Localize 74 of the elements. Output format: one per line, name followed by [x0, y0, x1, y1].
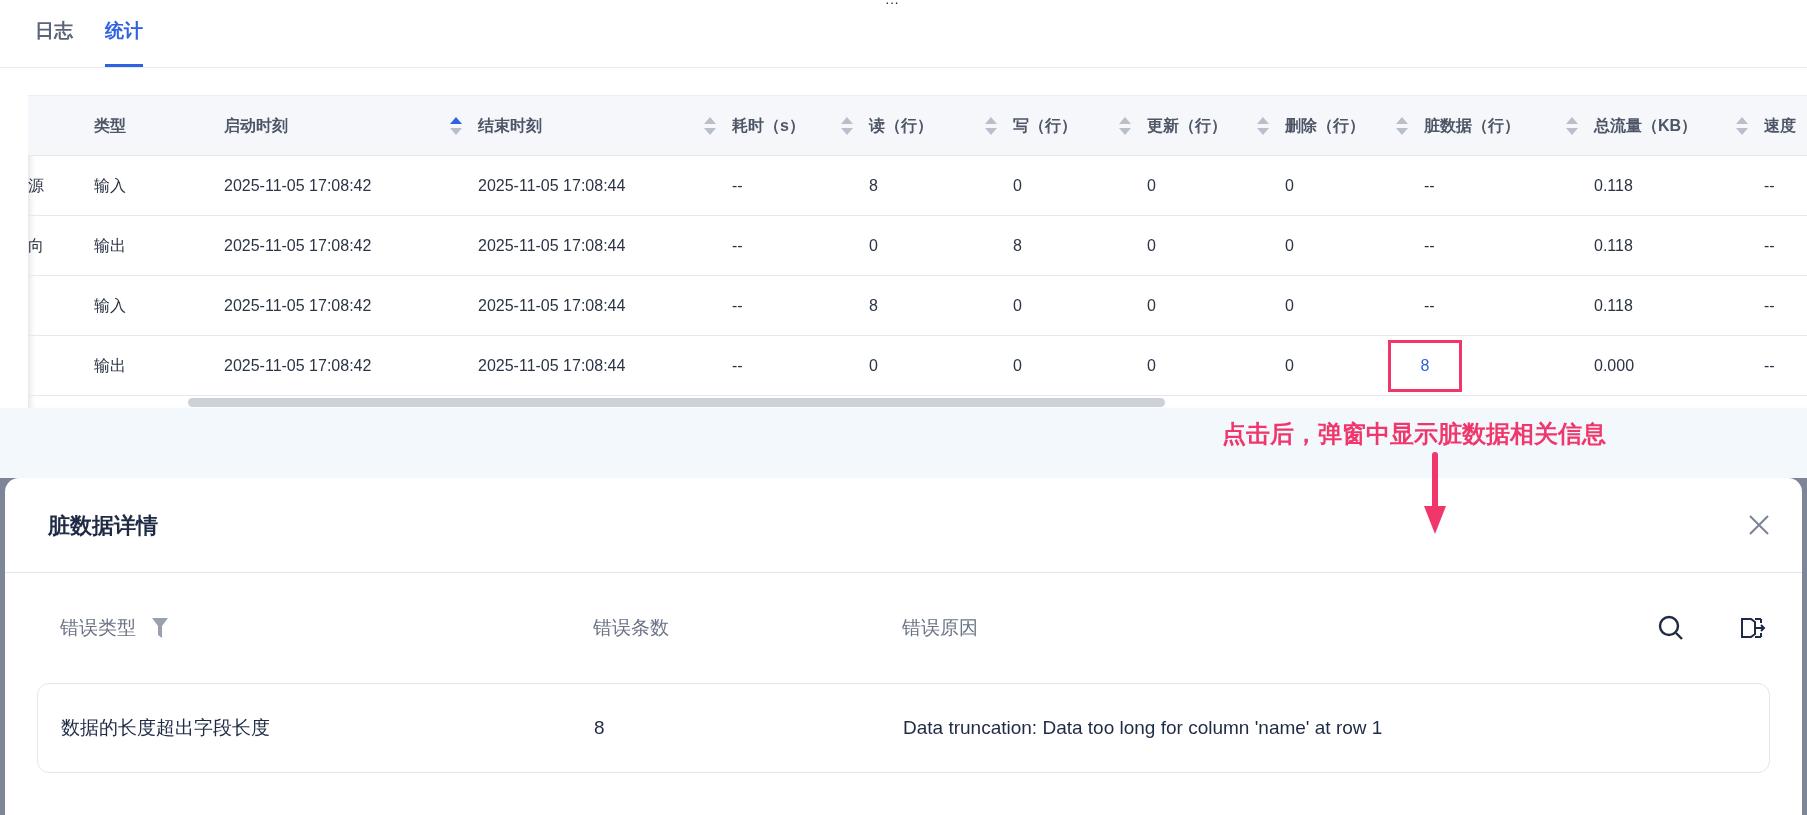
table-cell: --	[1424, 296, 1435, 314]
table-cell: 0.118	[1594, 176, 1633, 194]
export-icon[interactable]	[1740, 615, 1766, 641]
table-cell: 2025-11-05 17:08:42	[224, 176, 372, 194]
search-icon[interactable]	[1658, 615, 1684, 641]
column-header: 错误类型	[60, 615, 136, 640]
close-icon[interactable]	[1748, 514, 1770, 536]
table-cell: 0	[869, 236, 878, 254]
table-cell: 0	[1147, 296, 1156, 314]
table-cell: 0	[1147, 176, 1156, 194]
table-cell: --	[1764, 176, 1775, 194]
table-cell: --	[1424, 236, 1435, 254]
table-cell: 0	[1147, 356, 1156, 374]
column-header: 类型	[94, 115, 126, 136]
table-cell: 2025-11-05 17:08:44	[478, 176, 626, 194]
table-cell: --	[732, 356, 743, 374]
table-cell: 8	[869, 176, 878, 194]
dirty-data-link[interactable]: 8	[1420, 353, 1430, 378]
column-header: 结束时刻	[478, 115, 542, 136]
table-cell: 0	[1013, 176, 1022, 194]
table-cell: 0	[869, 356, 878, 374]
table-cell: 8	[869, 296, 878, 314]
table-cell: --	[1764, 356, 1775, 374]
column-header: 启动时刻	[224, 115, 288, 136]
table-cell: 0	[1147, 236, 1156, 254]
column-header: 总流量（KB）	[1594, 115, 1698, 136]
table-cell: 输入	[94, 176, 126, 194]
column-header: 删除（行）	[1285, 115, 1365, 136]
table-cell: --	[1424, 176, 1435, 194]
table-cell: 向	[28, 236, 44, 254]
filter-icon[interactable]	[152, 618, 168, 638]
column-header: 错误条数	[593, 615, 669, 640]
table-cell: 8	[1013, 236, 1022, 254]
table-cell: 0	[1285, 296, 1294, 314]
table-cell-text: 数据的长度超出字段长度	[61, 715, 271, 740]
column-header: 写（行）	[1013, 115, 1077, 136]
column-header: 耗时（s）	[732, 115, 805, 136]
tab[interactable]: 统计	[105, 0, 143, 67]
table-cell-text: Data truncation: Data too long for column 'name' at row 1	[903, 715, 1383, 740]
table-cell: 2025-11-05 17:08:44	[478, 356, 626, 374]
table-cell: 0	[1285, 356, 1294, 374]
table-cell: 源	[28, 176, 44, 194]
table-cell: 0	[1285, 236, 1294, 254]
annotation-text: 点击后，弹窗中显示脏数据相关信息	[1222, 419, 1606, 449]
tab[interactable]: 日志	[35, 0, 73, 67]
table-cell: 0	[1285, 176, 1294, 194]
table-cell: 0	[1013, 296, 1022, 314]
table-cell: 2025-11-05 17:08:44	[478, 236, 626, 254]
table-cell: --	[732, 236, 743, 254]
table-cell: --	[1764, 296, 1775, 314]
table-cell: 2025-11-05 17:08:42	[224, 356, 372, 374]
table-cell: 输入	[94, 296, 126, 314]
column-header: 读（行）	[869, 115, 933, 136]
table-cell: --	[1764, 236, 1775, 254]
table-cell: 输出	[94, 356, 126, 374]
table-cell: 0.118	[1594, 296, 1633, 314]
drag-handle[interactable]: ···	[885, 0, 899, 13]
column-header: 速度	[1764, 115, 1796, 136]
column-header: 错误原因	[902, 615, 978, 640]
table-cell: --	[732, 176, 743, 194]
table-cell: 2025-11-05 17:08:42	[224, 296, 372, 314]
table-cell: 0.000	[1594, 356, 1635, 374]
scrollbar-thumb[interactable]	[188, 398, 1165, 407]
table-cell: 输出	[94, 236, 126, 254]
sort-icon[interactable]	[450, 116, 462, 135]
column-header: 脏数据（行）	[1424, 115, 1520, 136]
table-cell: 0	[1013, 356, 1022, 374]
table-cell: 2025-11-05 17:08:42	[224, 236, 372, 254]
dialog-title: 脏数据详情	[48, 511, 158, 540]
column-header: 更新（行）	[1147, 115, 1227, 136]
table-cell-text: 8	[594, 715, 606, 740]
table-cell: 2025-11-05 17:08:44	[478, 296, 626, 314]
table-cell: --	[732, 296, 743, 314]
table-cell: 0.118	[1594, 236, 1633, 254]
